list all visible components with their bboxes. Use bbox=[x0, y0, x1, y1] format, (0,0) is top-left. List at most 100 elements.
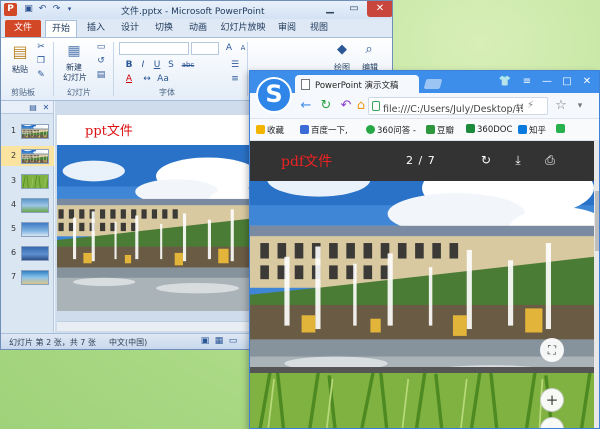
document-icon bbox=[301, 79, 310, 90]
tab-insert[interactable]: 插入 bbox=[81, 20, 111, 37]
sogou-browser-logo[interactable]: S bbox=[256, 77, 292, 113]
thumbnail-slide-7[interactable]: 7 bbox=[1, 267, 54, 287]
undo-icon[interactable]: ↶ bbox=[37, 4, 48, 15]
thumbnail-number: 6 bbox=[11, 248, 17, 257]
bookmark-360doc[interactable]: 360DOC bbox=[466, 124, 512, 135]
underline-button[interactable]: U bbox=[151, 60, 163, 71]
char-spacing-icon[interactable]: ↔ bbox=[141, 74, 153, 85]
slide-text-label[interactable]: ppt文件 bbox=[85, 120, 133, 139]
undo-close-icon[interactable]: ↶ bbox=[338, 98, 354, 114]
italic-button[interactable]: I bbox=[137, 60, 149, 71]
thumbnail-image bbox=[21, 222, 49, 237]
align-left-icon[interactable]: ≡ bbox=[229, 74, 241, 85]
tab-slideshow[interactable]: 幻灯片放映 bbox=[217, 20, 269, 37]
thumbnail-slide-3[interactable]: 3 bbox=[1, 171, 54, 191]
layout-icon[interactable]: ▭ bbox=[95, 42, 107, 53]
section-icon[interactable]: ▤ bbox=[95, 70, 107, 81]
scrollbar-thumb[interactable] bbox=[595, 191, 599, 251]
outline-view-icon[interactable]: ▤ bbox=[27, 102, 39, 113]
tab-home[interactable]: 开始 bbox=[45, 20, 77, 37]
pdf-text-label: pdf文件 bbox=[281, 154, 333, 170]
rotate-icon[interactable]: ↻ bbox=[478, 152, 494, 168]
ribbon-divider bbox=[113, 42, 114, 96]
tab-review[interactable]: 审阅 bbox=[273, 20, 301, 37]
tab-file[interactable]: 文件 bbox=[5, 20, 41, 37]
pdf-viewer[interactable]: ⛶ + − bbox=[250, 181, 594, 428]
thumbnail-image bbox=[21, 124, 49, 139]
address-bar-url[interactable]: file:///C:/Users/July/Desktop/转 bbox=[383, 101, 523, 115]
bookmark-baidu[interactable]: 百度一下, bbox=[300, 124, 348, 136]
nav-dropdown-icon[interactable]: ▾ bbox=[572, 98, 588, 114]
thumbnail-slide-2[interactable]: 2 bbox=[1, 146, 54, 166]
redo-icon[interactable]: ↷ bbox=[51, 4, 62, 15]
bullets-icon[interactable]: ☰ bbox=[229, 60, 241, 71]
thumbnail-image bbox=[21, 149, 49, 164]
bold-button[interactable]: B bbox=[123, 60, 135, 71]
print-icon[interactable]: ⎙ bbox=[542, 152, 558, 168]
close-pane-icon[interactable]: ✕ bbox=[40, 102, 52, 113]
baidu-icon bbox=[300, 125, 309, 134]
paste-button-label[interactable]: 粘贴 bbox=[9, 64, 31, 75]
horizontal-scrollbar[interactable] bbox=[57, 321, 255, 331]
sorter-view-icon[interactable]: ▦ bbox=[213, 336, 225, 347]
font-color-button[interactable]: A bbox=[123, 74, 135, 85]
drawing-icon[interactable]: ◆ bbox=[334, 42, 350, 58]
thumbnail-slide-5[interactable]: 5 bbox=[1, 219, 54, 239]
tab-view[interactable]: 视图 bbox=[305, 20, 333, 37]
fit-page-icon[interactable]: ⛶ bbox=[540, 338, 564, 362]
new-slide-icon[interactable]: ▦ bbox=[65, 42, 83, 60]
ppt-minimize-button[interactable]: ▁ bbox=[319, 1, 341, 17]
vertical-scrollbar[interactable] bbox=[594, 141, 599, 428]
customize-qat-icon[interactable]: ▾ bbox=[64, 4, 75, 15]
home-icon[interactable]: ⌂ bbox=[353, 98, 369, 114]
skin-icon[interactable]: 👕 bbox=[498, 75, 512, 89]
reset-icon[interactable]: ↺ bbox=[95, 56, 107, 67]
copy-icon[interactable]: ❐ bbox=[35, 56, 47, 67]
normal-view-icon[interactable]: ▣ bbox=[199, 336, 211, 347]
bookmark-extra[interactable] bbox=[556, 124, 567, 135]
cut-icon[interactable]: ✂ bbox=[35, 42, 47, 53]
bookmark-360wenda[interactable]: 360问答 - bbox=[366, 124, 416, 136]
find-icon[interactable]: ⌕ bbox=[361, 42, 377, 58]
new-tab-button[interactable] bbox=[423, 79, 443, 89]
save-icon[interactable]: ▣ bbox=[23, 4, 34, 15]
reader-icon[interactable]: ⚡ bbox=[527, 100, 534, 111]
ppt-close-button[interactable]: ✕ bbox=[367, 1, 392, 17]
browser-minimize-button[interactable]: — bbox=[540, 75, 554, 89]
browser-close-button[interactable]: ✕ bbox=[580, 75, 594, 89]
back-icon[interactable]: ← bbox=[298, 98, 314, 114]
font-size-select[interactable] bbox=[191, 42, 219, 55]
menu-icon[interactable]: ≡ bbox=[520, 75, 534, 89]
tab-transitions[interactable]: 切换 bbox=[149, 20, 179, 37]
zoom-in-button[interactable]: + bbox=[540, 388, 564, 412]
reading-view-icon[interactable]: ▭ bbox=[227, 336, 239, 347]
download-icon[interactable]: ⤓ bbox=[510, 152, 526, 168]
bookmark-favorites[interactable]: 收藏 bbox=[256, 124, 284, 136]
change-case-icon[interactable]: Aa bbox=[157, 74, 169, 85]
thumbnail-slide-6[interactable]: 6 bbox=[1, 243, 54, 263]
format-painter-icon[interactable]: ✎ bbox=[35, 70, 47, 81]
ppt-maximize-button[interactable]: ▭ bbox=[343, 1, 365, 17]
bookmark-douban[interactable]: 豆瓣 bbox=[426, 124, 454, 136]
powerpoint-logo-icon[interactable]: P bbox=[4, 3, 17, 16]
bookmark-star-icon[interactable]: ☆ bbox=[553, 98, 569, 114]
shadow-button[interactable]: S bbox=[165, 60, 177, 71]
browser-tab-active[interactable]: PowerPoint 演示文稿 bbox=[295, 75, 419, 93]
thumbnail-slide-4[interactable]: 4 bbox=[1, 195, 54, 215]
font-family-select[interactable] bbox=[119, 42, 189, 55]
language-status[interactable]: 中文(中国) bbox=[109, 337, 147, 348]
tab-design[interactable]: 设计 bbox=[115, 20, 145, 37]
current-slide[interactable]: ppt文件 bbox=[57, 115, 255, 311]
tab-animations[interactable]: 动画 bbox=[183, 20, 213, 37]
group-slides-label: 幻灯片 bbox=[67, 88, 91, 97]
strikethrough-button[interactable]: abc bbox=[179, 60, 197, 71]
grow-font-icon[interactable]: A bbox=[223, 43, 235, 54]
bookmark-zhihu[interactable]: 知乎 bbox=[518, 124, 546, 136]
address-bar[interactable]: file:///C:/Users/July/Desktop/转 ⚡ bbox=[368, 97, 548, 115]
new-slide-label-2[interactable]: 幻灯片 bbox=[57, 72, 93, 83]
browser-tab-title: PowerPoint 演示文稿 bbox=[315, 81, 399, 91]
browser-maximize-button[interactable]: □ bbox=[560, 75, 574, 89]
thumbnail-slide-1[interactable]: 1 bbox=[1, 121, 54, 141]
refresh-icon[interactable]: ↻ bbox=[318, 98, 334, 114]
paste-icon[interactable]: ▤ bbox=[11, 42, 29, 62]
